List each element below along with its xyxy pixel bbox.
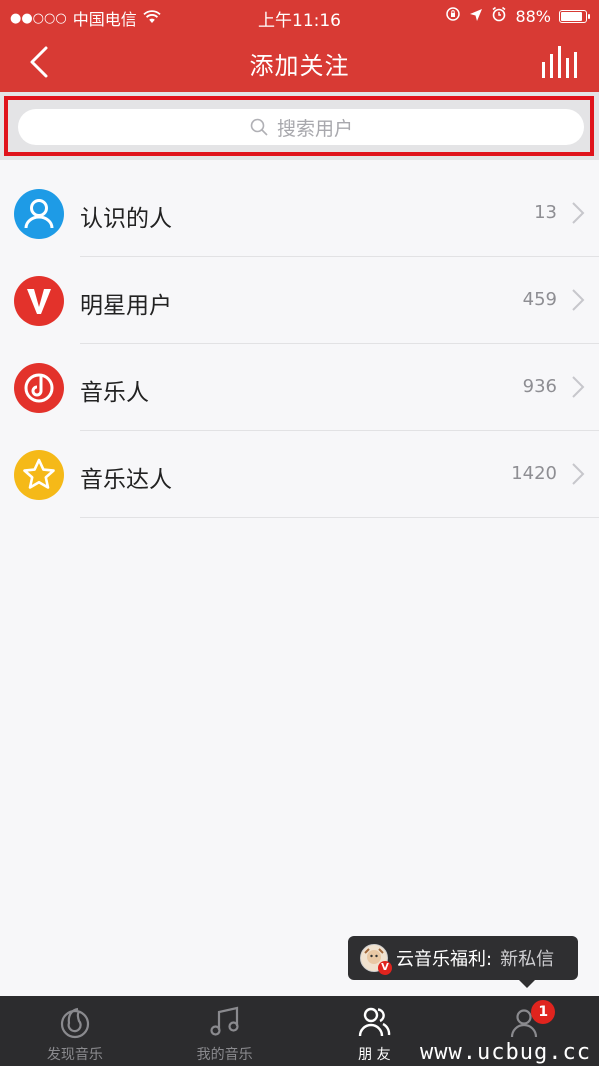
avatar: V	[360, 944, 392, 975]
battery-icon	[559, 9, 590, 23]
list-item-music-experts[interactable]: 音乐达人 1420	[0, 431, 599, 518]
chevron-right-icon	[572, 202, 585, 224]
battery-fill	[561, 11, 582, 21]
notification-toast[interactable]: V 云音乐福利: 新私信	[348, 936, 578, 988]
search-icon	[250, 118, 268, 136]
search-input[interactable]: 搜索用户	[18, 109, 584, 145]
tab-label: 我的音乐	[196, 1047, 253, 1063]
watermark: www.ucbug.cc	[420, 1040, 591, 1065]
toast-message: 新私信	[500, 949, 555, 970]
tab-discover-music[interactable]: 发现音乐	[0, 996, 150, 1066]
category-list: 认识的人 13 明星用户 459 音乐人 936 音乐达人 1420	[0, 170, 599, 518]
search-highlight-frame: 搜索用户	[4, 96, 594, 156]
status-bar: ●●○○○ 中国电信 上午11:16 88%	[0, 0, 599, 32]
verified-badge: V	[378, 961, 392, 975]
nav-bar: 添加关注	[0, 32, 599, 92]
music-notes-icon	[210, 1006, 239, 1036]
tab-my-music[interactable]: 我的音乐	[150, 996, 300, 1066]
list-item-label: 明星用户	[80, 293, 172, 319]
verified-v-icon	[14, 276, 64, 326]
list-item-count: 459	[522, 289, 557, 310]
list-item-count: 13	[534, 202, 557, 223]
page-title: 添加关注	[249, 52, 350, 80]
list-item-label: 认识的人	[80, 206, 172, 232]
orientation-lock-icon	[445, 6, 461, 26]
toast-prefix: 云音乐福利:	[396, 949, 493, 970]
chevron-right-icon	[572, 289, 585, 311]
chevron-right-icon	[572, 463, 585, 485]
chevron-right-icon	[572, 376, 585, 398]
list-item-label: 音乐达人	[80, 467, 172, 493]
star-icon	[14, 450, 64, 500]
battery-percent: 88%	[515, 6, 551, 26]
list-item-musicians[interactable]: 音乐人 936	[0, 344, 599, 431]
alarm-icon	[491, 6, 507, 26]
header: ●●○○○ 中国电信 上午11:16 88% 添加关注	[0, 0, 599, 92]
list-item-label: 音乐人	[80, 380, 149, 406]
tab-label: 发现音乐	[46, 1047, 103, 1063]
page: ●●○○○ 中国电信 上午11:16 88% 添加关注 搜索用户 认识的人 13…	[0, 0, 599, 1066]
status-right: 88%	[445, 6, 590, 26]
equalizer-icon	[542, 46, 577, 78]
list-item-count: 936	[522, 376, 557, 397]
search-placeholder: 搜索用户	[276, 117, 353, 140]
location-icon	[469, 7, 483, 26]
list-item-celebrities[interactable]: 明星用户 459	[0, 257, 599, 344]
netease-music-icon	[60, 1007, 89, 1039]
list-item-count: 1420	[511, 463, 557, 484]
search-bar-area: 搜索用户	[0, 92, 599, 160]
notification-badge: 1	[531, 1000, 556, 1024]
divider	[80, 517, 599, 518]
list-item-acquaintances[interactable]: 认识的人 13	[0, 170, 599, 257]
friends-icon	[359, 1007, 391, 1037]
person-icon	[14, 189, 64, 239]
now-playing-button[interactable]	[539, 42, 579, 82]
music-note-icon	[14, 363, 64, 413]
